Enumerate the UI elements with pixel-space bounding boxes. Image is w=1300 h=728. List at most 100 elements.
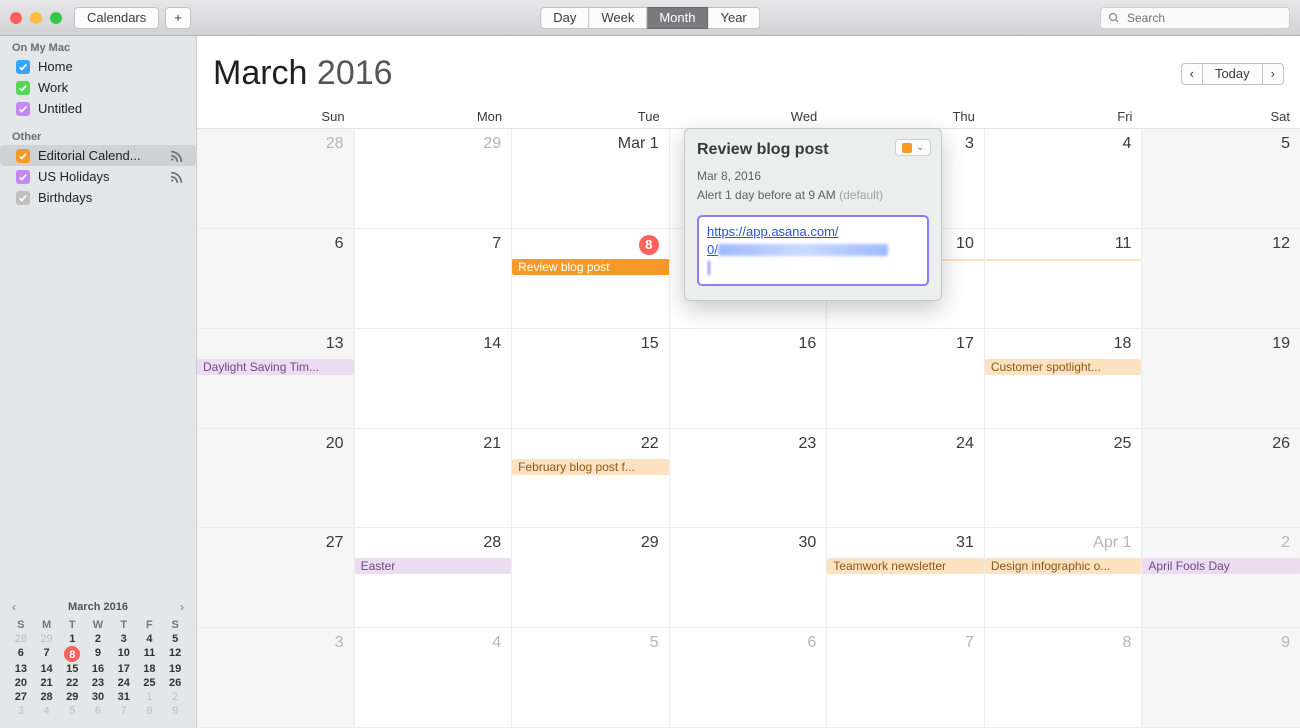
mini-day[interactable]: 30: [85, 690, 111, 704]
day-cell[interactable]: 25: [985, 429, 1143, 529]
event-chip[interactable]: Daylight Saving Tim...: [197, 359, 354, 375]
view-month[interactable]: Month: [647, 7, 708, 29]
popover-date[interactable]: Mar 8, 2016: [697, 167, 929, 186]
mini-next-button[interactable]: ›: [180, 600, 184, 614]
mini-day[interactable]: 12: [162, 646, 188, 662]
day-cell[interactable]: 11: [985, 229, 1143, 329]
mini-day[interactable]: 9: [85, 646, 111, 662]
mini-day[interactable]: 15: [59, 662, 85, 676]
day-cell[interactable]: 28Easter: [355, 528, 513, 628]
day-cell[interactable]: 5: [512, 628, 670, 728]
mini-day[interactable]: 23: [85, 676, 111, 690]
mini-day[interactable]: 17: [111, 662, 137, 676]
prev-month-button[interactable]: ‹: [1181, 63, 1203, 85]
mini-day[interactable]: 3: [8, 704, 34, 718]
mini-day[interactable]: 4: [137, 632, 163, 646]
event-chip[interactable]: Design infographic o...: [985, 558, 1142, 574]
calendar-checkbox[interactable]: [16, 191, 30, 205]
mini-day[interactable]: 2: [85, 632, 111, 646]
day-cell[interactable]: 14: [355, 329, 513, 429]
minimize-window-icon[interactable]: [30, 12, 42, 24]
mini-day[interactable]: 10: [111, 646, 137, 662]
day-cell[interactable]: 21: [355, 429, 513, 529]
calendar-item-other-1[interactable]: US Holidays: [0, 166, 196, 187]
event-chip[interactable]: Customer spotlight...: [985, 359, 1142, 375]
day-cell[interactable]: 13Daylight Saving Tim...: [197, 329, 355, 429]
day-cell[interactable]: Mar 1: [512, 129, 670, 229]
day-cell[interactable]: 6: [670, 628, 828, 728]
calendar-item-other-2[interactable]: Birthdays: [0, 187, 196, 208]
mini-day[interactable]: 7: [111, 704, 137, 718]
mini-day[interactable]: 5: [59, 704, 85, 718]
mini-day[interactable]: 1: [137, 690, 163, 704]
popover-calendar-picker[interactable]: ⌄: [895, 139, 931, 156]
day-cell[interactable]: 20: [197, 429, 355, 529]
close-window-icon[interactable]: [10, 12, 22, 24]
today-button[interactable]: Today: [1203, 63, 1263, 85]
view-day[interactable]: Day: [540, 7, 589, 29]
calendar-checkbox[interactable]: [16, 149, 30, 163]
mini-day[interactable]: 14: [34, 662, 60, 676]
mini-day[interactable]: 29: [59, 690, 85, 704]
mini-day[interactable]: 25: [137, 676, 163, 690]
day-cell[interactable]: 23: [670, 429, 828, 529]
day-cell[interactable]: 29: [512, 528, 670, 628]
day-cell[interactable]: 5: [1142, 129, 1300, 229]
mini-day[interactable]: 20: [8, 676, 34, 690]
day-cell[interactable]: 4: [985, 129, 1143, 229]
day-cell[interactable]: 31Teamwork newsletter: [827, 528, 985, 628]
calendar-checkbox[interactable]: [16, 170, 30, 184]
mini-day[interactable]: 8: [137, 704, 163, 718]
mini-day[interactable]: 7: [34, 646, 60, 662]
popover-title[interactable]: Review blog post: [697, 141, 929, 159]
mini-day[interactable]: 29: [34, 632, 60, 646]
mini-day[interactable]: 5: [162, 632, 188, 646]
calendar-checkbox[interactable]: [16, 102, 30, 116]
popover-url-field[interactable]: https://app.asana.com/ 0/: [697, 215, 929, 286]
day-cell[interactable]: 26: [1142, 429, 1300, 529]
mini-day[interactable]: 24: [111, 676, 137, 690]
view-week[interactable]: Week: [589, 7, 647, 29]
mini-day[interactable]: 27: [8, 690, 34, 704]
mini-day[interactable]: 6: [8, 646, 34, 662]
mini-prev-button[interactable]: ‹: [12, 600, 16, 614]
mini-day[interactable]: 8: [64, 646, 80, 662]
day-cell[interactable]: Apr 1Design infographic o...: [985, 528, 1143, 628]
popover-url-link-2[interactable]: 0/: [707, 242, 718, 257]
day-cell[interactable]: 12: [1142, 229, 1300, 329]
calendar-item-mymac-1[interactable]: Work: [0, 77, 196, 98]
event-chip[interactable]: Review blog post: [512, 259, 670, 275]
day-cell[interactable]: 28: [197, 129, 355, 229]
mini-day[interactable]: 3: [111, 632, 137, 646]
zoom-window-icon[interactable]: [50, 12, 62, 24]
day-cell[interactable]: 7: [355, 229, 513, 329]
popover-alert[interactable]: Alert 1 day before at 9 AM (default): [697, 186, 929, 205]
add-button[interactable]: +: [165, 7, 191, 29]
calendar-checkbox[interactable]: [16, 60, 30, 74]
mini-day[interactable]: 26: [162, 676, 188, 690]
mini-day[interactable]: 28: [34, 690, 60, 704]
day-cell[interactable]: 29: [355, 129, 513, 229]
event-chip[interactable]: April Fools Day: [1142, 558, 1300, 574]
mini-day[interactable]: 19: [162, 662, 188, 676]
mini-day[interactable]: 22: [59, 676, 85, 690]
event-chip[interactable]: Easter: [355, 558, 512, 574]
event-chip[interactable]: [985, 259, 1142, 261]
calendar-item-mymac-2[interactable]: Untitled: [0, 98, 196, 119]
mini-day[interactable]: 31: [111, 690, 137, 704]
view-year[interactable]: Year: [708, 7, 759, 29]
day-cell[interactable]: 8: [985, 628, 1143, 728]
day-cell[interactable]: 9: [1142, 628, 1300, 728]
mini-day[interactable]: 1: [59, 632, 85, 646]
event-chip[interactable]: February blog post f...: [512, 459, 669, 475]
popover-url-link-1[interactable]: https://app.asana.com/: [707, 224, 839, 239]
mini-day[interactable]: 28: [8, 632, 34, 646]
day-cell[interactable]: 8Review blog post: [512, 229, 670, 329]
day-cell[interactable]: 16: [670, 329, 828, 429]
day-cell[interactable]: 4: [355, 628, 513, 728]
day-cell[interactable]: 30: [670, 528, 828, 628]
mini-day[interactable]: 6: [85, 704, 111, 718]
day-cell[interactable]: 6: [197, 229, 355, 329]
calendars-button[interactable]: Calendars: [74, 7, 159, 29]
calendar-item-other-0[interactable]: Editorial Calend...: [0, 145, 196, 166]
